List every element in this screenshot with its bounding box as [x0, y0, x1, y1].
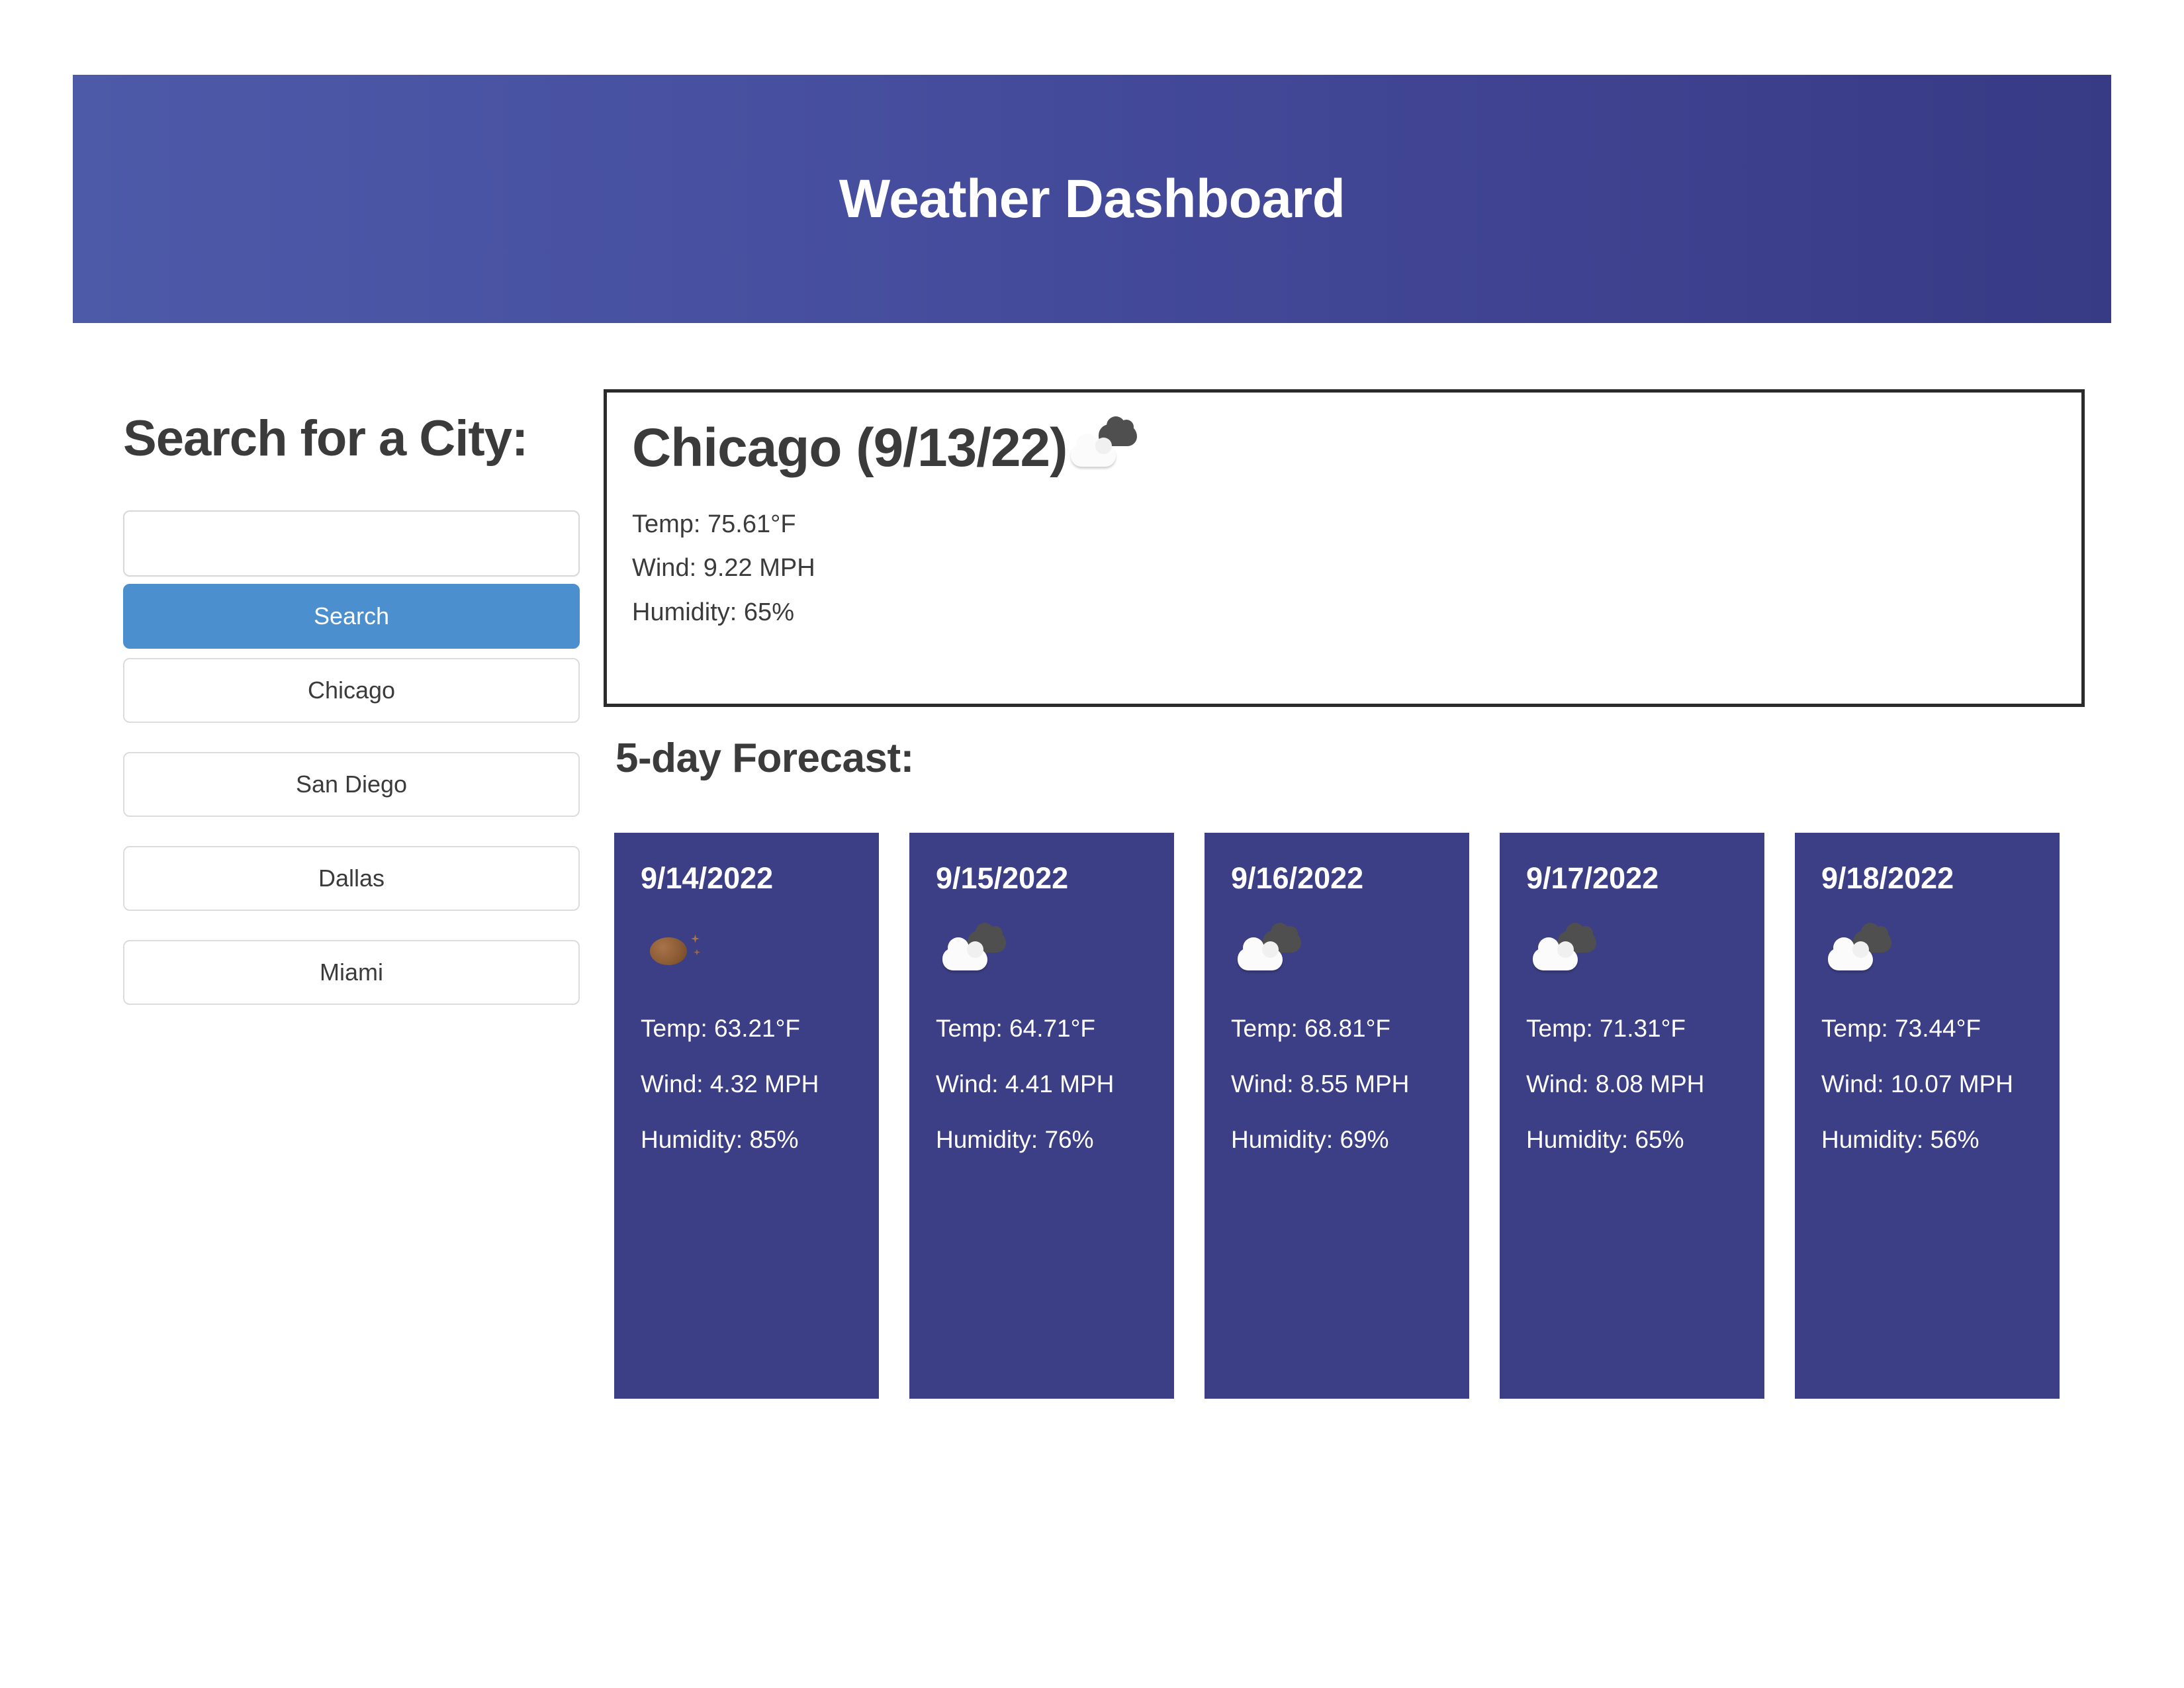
forecast-card: 9/18/2022 Temp: 73.44°F Wind: 10.07 MPH …: [1795, 833, 2060, 1399]
current-humidity: Humidity: 65%: [632, 598, 794, 626]
search-input[interactable]: [123, 510, 580, 577]
forecast-wind: Wind: 8.08 MPH: [1526, 1070, 1705, 1098]
forecast-date: 9/17/2022: [1526, 861, 1659, 895]
current-temp: Temp: 75.61°F: [632, 510, 796, 538]
forecast-date: 9/18/2022: [1821, 861, 1954, 895]
forecast-temp: Temp: 63.21°F: [641, 1014, 801, 1042]
night-clear-icon: [647, 929, 711, 973]
search-button[interactable]: Search: [123, 584, 580, 649]
forecast-date: 9/15/2022: [936, 861, 1069, 895]
broken-clouds-icon: [1533, 922, 1596, 973]
forecast-humidity: Humidity: 56%: [1821, 1126, 1979, 1154]
broken-clouds-icon: [1071, 416, 1138, 469]
forecast-card-row: 9/14/2022 Temp: 63.21°F Wind: 4.32 MPH H…: [614, 833, 2070, 1399]
history-item-miami[interactable]: Miami: [123, 940, 580, 1006]
forecast-heading: 5-day Forecast:: [615, 735, 914, 781]
forecast-temp: Temp: 73.44°F: [1821, 1014, 1981, 1042]
search-history-list: Chicago San Diego Dallas Miami: [123, 658, 580, 1006]
broken-clouds-icon: [1828, 922, 1891, 973]
forecast-card: 9/15/2022 Temp: 64.71°F Wind: 4.41 MPH H…: [909, 833, 1174, 1399]
current-city-date: Chicago (9/13/22): [632, 418, 1068, 478]
forecast-stats: Temp: 71.31°F Wind: 8.08 MPH Humidity: 6…: [1526, 1014, 1738, 1155]
forecast-card: 9/14/2022 Temp: 63.21°F Wind: 4.32 MPH H…: [614, 833, 879, 1399]
forecast-card: 9/16/2022 Temp: 68.81°F Wind: 8.55 MPH H…: [1205, 833, 1469, 1399]
forecast-wind: Wind: 4.32 MPH: [641, 1070, 819, 1098]
forecast-temp: Temp: 71.31°F: [1526, 1014, 1686, 1042]
search-heading: Search for a City:: [123, 410, 528, 467]
current-wind: Wind: 9.22 MPH: [632, 554, 815, 583]
current-weather-card: Chicago (9/13/22) Temp: 75.61°F Wind: 9.…: [604, 389, 2085, 707]
forecast-date: 9/16/2022: [1231, 861, 1364, 895]
broken-clouds-icon: [1238, 922, 1301, 973]
forecast-wind: Wind: 4.41 MPH: [936, 1070, 1115, 1098]
forecast-card: 9/17/2022 Temp: 71.31°F Wind: 8.08 MPH H…: [1500, 833, 1764, 1399]
forecast-date: 9/14/2022: [641, 861, 774, 895]
history-item-dallas[interactable]: Dallas: [123, 846, 580, 912]
app-header: Weather Dashboard: [73, 75, 2111, 323]
current-weather-title-row: Chicago (9/13/22): [632, 416, 2056, 478]
forecast-humidity: Humidity: 69%: [1231, 1126, 1389, 1154]
forecast-stats: Temp: 63.21°F Wind: 4.32 MPH Humidity: 8…: [641, 1014, 852, 1155]
forecast-stats: Temp: 73.44°F Wind: 10.07 MPH Humidity: …: [1821, 1014, 2033, 1155]
current-weather-stats: Temp: 75.61°F Wind: 9.22 MPH Humidity: 6…: [632, 502, 2056, 635]
broken-clouds-icon: [942, 922, 1006, 973]
forecast-wind: Wind: 10.07 MPH: [1821, 1070, 2013, 1098]
forecast-temp: Temp: 64.71°F: [936, 1014, 1096, 1042]
city-search-sidebar: Search for a City: Search Chicago San Di…: [123, 410, 580, 1034]
history-item-san-diego[interactable]: San Diego: [123, 752, 580, 818]
weather-dashboard-page: Weather Dashboard Search for a City: Sea…: [0, 0, 2184, 1688]
forecast-stats: Temp: 68.81°F Wind: 8.55 MPH Humidity: 6…: [1231, 1014, 1443, 1155]
forecast-humidity: Humidity: 65%: [1526, 1126, 1684, 1154]
forecast-humidity: Humidity: 76%: [936, 1126, 1094, 1154]
history-item-chicago[interactable]: Chicago: [123, 658, 580, 724]
forecast-temp: Temp: 68.81°F: [1231, 1014, 1391, 1042]
forecast-wind: Wind: 8.55 MPH: [1231, 1070, 1410, 1098]
forecast-humidity: Humidity: 85%: [641, 1126, 799, 1154]
forecast-stats: Temp: 64.71°F Wind: 4.41 MPH Humidity: 7…: [936, 1014, 1148, 1155]
page-title: Weather Dashboard: [839, 168, 1345, 229]
